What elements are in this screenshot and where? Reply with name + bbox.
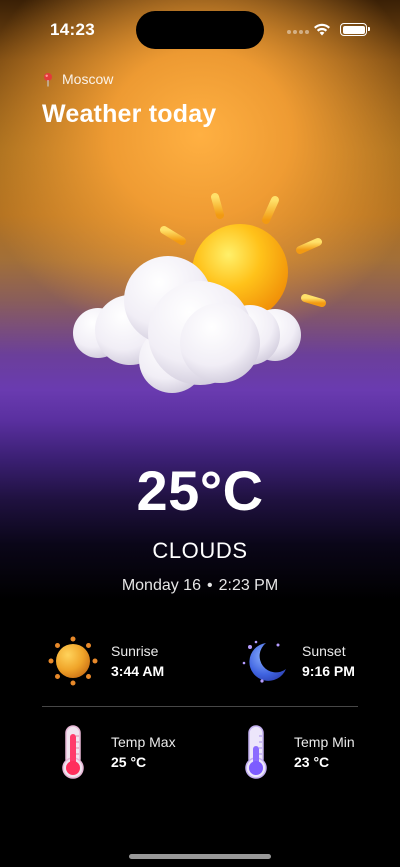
dynamic-island — [136, 11, 264, 49]
separator-dot: • — [206, 577, 213, 594]
sunset-label: Sunset — [302, 643, 346, 659]
sunset-value: 9:16 PM — [302, 663, 355, 679]
current-datetime: Monday 16 • 2:23 PM — [0, 577, 400, 595]
temp-min-value: 23 °C — [294, 754, 330, 770]
sunrise-value: 3:44 AM — [111, 663, 165, 679]
sunset-stat: Sunset 9:16 PM — [236, 633, 355, 689]
temp-min-stat: Temp Min 23 °C — [228, 724, 355, 780]
battery-icon — [340, 23, 370, 36]
current-temperature: 25°C — [136, 459, 264, 522]
temp-max-label: Temp Max — [111, 734, 176, 750]
sunrise-stat: Sunrise 3:44 AM — [45, 633, 164, 689]
sun-icon — [48, 636, 98, 686]
wifi-icon — [314, 23, 330, 36]
temp-max-value: 25 °C — [111, 754, 147, 770]
cellular-signal-icon — [287, 30, 309, 36]
current-time: 2:23 PM — [218, 577, 279, 594]
moon-icon — [242, 640, 286, 683]
current-day: Monday 16 — [121, 577, 201, 594]
sunrise-label: Sunrise — [111, 643, 159, 659]
status-time: 14:23 — [50, 20, 95, 39]
stats-divider — [42, 706, 358, 707]
temp-max-stat: Temp Max 25 °C — [45, 724, 176, 780]
home-indicator[interactable] — [129, 854, 271, 859]
location-row[interactable]: Moscow — [42, 71, 113, 87]
temp-min-label: Temp Min — [294, 734, 355, 750]
location-pin-icon — [44, 72, 52, 86]
weather-screen: 14:23 Moscow Weather today 25°C CLOUDS M… — [0, 0, 400, 867]
thermometer-cold-icon — [245, 725, 267, 779]
page-title: Weather today — [42, 100, 217, 128]
thermometer-hot-icon — [62, 725, 84, 779]
location-name: Moscow — [62, 71, 114, 87]
sun-behind-cloud-icon — [73, 193, 326, 393]
status-bar: 14:23 — [0, 0, 400, 56]
weather-condition: CLOUDS — [152, 538, 248, 563]
